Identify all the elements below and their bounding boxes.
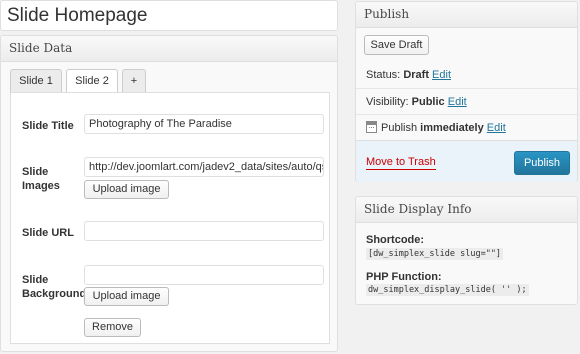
post-title-input[interactable]: Slide Homepage (0, 0, 338, 31)
status-label: Status: (366, 69, 401, 81)
slide-data-heading: Slide Data (1, 36, 337, 62)
php-function-label: PHP Function: (366, 271, 442, 283)
shortcode-value: [dw_simplex_slide slug=""] (366, 248, 504, 260)
slide-2-panel: Slide Title Photography of The Paradise … (10, 92, 330, 344)
php-function-value: dw_simplex_display_slide( '' ); (366, 284, 529, 296)
visibility-label: Visibility: (366, 96, 409, 108)
slide-data-box: Slide Data Slide 1 Slide 2 + Slide Title… (0, 35, 338, 352)
tab-add-slide[interactable]: + (122, 69, 146, 93)
slide-title-label: Slide Title (22, 120, 74, 132)
publish-box: Publish Save Draft Status: Draft Edit Vi… (355, 1, 578, 182)
schedule-row: Publish immediately Edit (381, 121, 506, 135)
publish-button[interactable]: Publish (514, 151, 570, 175)
calendar-icon (366, 121, 377, 133)
display-info-heading: Slide Display Info (356, 197, 577, 223)
visibility-row: Visibility: Public Edit (366, 95, 467, 109)
divider (356, 114, 577, 115)
visibility-value: Public (411, 96, 445, 108)
slide-url-label: Slide URL (22, 227, 74, 239)
tab-slide-2[interactable]: Slide 2 (66, 69, 118, 94)
divider (356, 88, 577, 89)
slide-url-input[interactable] (84, 221, 324, 241)
publish-timing-value: immediately (420, 122, 484, 134)
slide-background-input[interactable] (84, 265, 324, 285)
shortcode-label: Shortcode: (366, 234, 425, 246)
move-to-trash-link[interactable]: Move to Trash (366, 156, 436, 170)
slide-images-label-line-1: Slide (22, 166, 49, 178)
status-value: Draft (403, 69, 429, 81)
tab-slide-1[interactable]: Slide 1 (10, 69, 62, 93)
publish-heading: Publish (356, 2, 577, 28)
slide-images-label-line-2: Images (22, 180, 60, 192)
slide-display-info-box: Slide Display Info Shortcode: [dw_simple… (355, 196, 578, 305)
status-row: Status: Draft Edit (366, 68, 451, 82)
remove-slide-button[interactable]: Remove (84, 318, 141, 337)
edit-visibility-link[interactable]: Edit (448, 96, 467, 108)
publish-label: Publish (381, 122, 418, 134)
edit-schedule-link[interactable]: Edit (487, 122, 506, 134)
upload-background-button[interactable]: Upload image (84, 287, 169, 306)
slide-background-label-line-1: Slide (22, 274, 49, 286)
publish-actions: Move to Trash Publish (356, 140, 577, 182)
upload-image-button[interactable]: Upload image (84, 180, 169, 199)
slide-background-label-line-2: Background (22, 288, 87, 300)
slide-images-input[interactable]: http://dev.joomlart.com/jadev2_data/site… (84, 157, 324, 177)
slide-title-input[interactable]: Photography of The Paradise (84, 114, 324, 134)
save-draft-button[interactable]: Save Draft (364, 35, 429, 55)
edit-status-link[interactable]: Edit (432, 69, 451, 81)
